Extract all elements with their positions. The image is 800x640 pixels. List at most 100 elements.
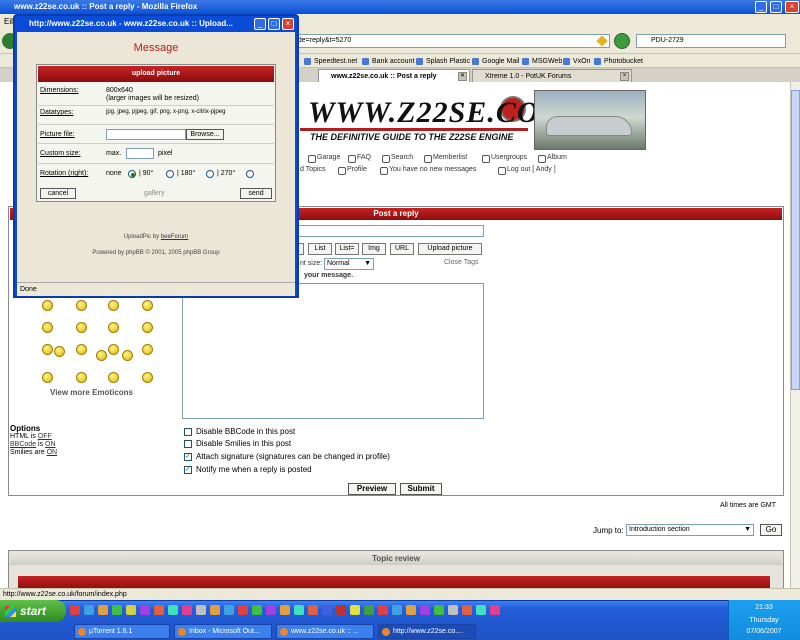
quicklaunch-icon[interactable] <box>224 605 234 615</box>
quicklaunch-icon[interactable] <box>294 605 304 615</box>
close-tags-link[interactable]: Close Tags <box>444 259 479 266</box>
cancel-button[interactable]: cancel <box>40 188 76 199</box>
quicklaunch-icon[interactable] <box>420 605 430 615</box>
quicklaunch-icon[interactable] <box>70 605 80 615</box>
url-input[interactable]: ode=reply&t=5270 <box>290 34 610 48</box>
smiley-icon[interactable] <box>54 346 65 357</box>
quicklaunch-icon[interactable] <box>392 605 402 615</box>
quicklaunch-icon[interactable] <box>350 605 360 615</box>
img-button[interactable]: Img <box>362 243 386 255</box>
minimize-button[interactable]: _ <box>755 1 767 13</box>
scrollbar-thumb[interactable] <box>791 90 800 390</box>
smiley-icon[interactable] <box>76 322 87 333</box>
quicklaunch-icon[interactable] <box>196 605 206 615</box>
url-button[interactable]: URL <box>390 243 414 255</box>
picture-file-input[interactable] <box>106 129 186 140</box>
nav-usergroups[interactable]: Usergroups <box>482 154 527 163</box>
smiley-icon[interactable] <box>142 372 153 383</box>
rotation-270-radio[interactable] <box>246 170 254 178</box>
upload-picture-button[interactable]: Upload picture <box>418 243 482 255</box>
rotation-none-radio[interactable] <box>128 170 136 178</box>
quicklaunch-icon[interactable] <box>112 605 122 615</box>
attach-signature-checkbox[interactable]: ✓ <box>184 453 192 461</box>
quicklaunch-icon[interactable] <box>280 605 290 615</box>
taskbar-firefox-main[interactable]: www.z22se.co.uk :: ... <box>276 624 374 639</box>
tab-close-icon[interactable]: × <box>458 72 467 81</box>
rotation-90-radio[interactable] <box>166 170 174 178</box>
bbcode-link[interactable]: BBCode <box>10 441 36 448</box>
quicklaunch-icon[interactable] <box>140 605 150 615</box>
tab-post-a-reply[interactable]: www.z22se.co.uk :: Post a reply × <box>318 69 470 82</box>
smiley-icon[interactable] <box>108 322 119 333</box>
taskbar-firefox-popup[interactable]: http://www.z22se.co.... <box>378 624 476 639</box>
smiley-icon[interactable] <box>108 344 119 355</box>
nav-memberlist[interactable]: Memberlist <box>424 154 467 163</box>
nav-garage[interactable]: Garage <box>308 154 340 163</box>
smiley-icon[interactable] <box>122 350 133 361</box>
clock-time[interactable]: 21:33 <box>728 604 800 611</box>
smiley-icon[interactable] <box>76 372 87 383</box>
view-more-emoticons-link[interactable]: View more Emoticons <box>50 388 133 397</box>
disable-smilies-checkbox[interactable] <box>184 440 192 448</box>
smiley-icon[interactable] <box>96 350 107 361</box>
smiley-icon[interactable] <box>42 344 53 355</box>
list-equals-button[interactable]: List= <box>335 243 359 255</box>
quicklaunch-icon[interactable] <box>210 605 220 615</box>
quicklaunch-icon[interactable] <box>168 605 178 615</box>
jump-go-button[interactable]: Go <box>760 524 782 536</box>
popup-close-button[interactable]: × <box>282 18 294 30</box>
bookmark-vxon[interactable]: VxOn <box>563 55 591 68</box>
message-textarea[interactable] <box>182 283 484 419</box>
bookmark-msgweb[interactable]: MSGWeb <box>522 55 562 68</box>
smiley-icon[interactable] <box>42 300 53 311</box>
quicklaunch-icon[interactable] <box>98 605 108 615</box>
smiley-icon[interactable] <box>108 300 119 311</box>
nav-faq[interactable]: FAQ <box>348 154 371 163</box>
bookmark-bank-account[interactable]: Bank account <box>362 55 414 68</box>
quicklaunch-icon[interactable] <box>476 605 486 615</box>
quicklaunch-icon[interactable] <box>336 605 346 615</box>
list-button[interactable]: List <box>308 243 332 255</box>
go-button-icon[interactable] <box>614 33 630 49</box>
disable-bbcode-checkbox[interactable] <box>184 428 192 436</box>
quicklaunch-icon[interactable] <box>252 605 262 615</box>
nav-album[interactable]: Album <box>538 154 567 163</box>
quicklaunch-icon[interactable] <box>126 605 136 615</box>
quicklaunch-icon[interactable] <box>84 605 94 615</box>
rotation-180-radio[interactable] <box>206 170 214 178</box>
smiley-icon[interactable] <box>108 372 119 383</box>
nav-logout[interactable]: Log out [ Andy ] <box>498 166 556 175</box>
smiley-icon[interactable] <box>142 322 153 333</box>
beeforum-link[interactable]: beeForum <box>161 234 188 240</box>
popup-maximize-button[interactable]: □ <box>268 18 280 30</box>
gallery-link[interactable]: gallery <box>144 190 165 197</box>
quicklaunch-icon[interactable] <box>434 605 444 615</box>
quicklaunch-icon[interactable] <box>448 605 458 615</box>
notify-reply-checkbox[interactable]: ✓ <box>184 466 192 474</box>
bookmark-photobucket[interactable]: Photobucket <box>594 55 643 68</box>
tab-xtreme-forums[interactable]: Xtreme 1.0 - PotUK Forums × <box>472 69 632 82</box>
taskbar-utorrent[interactable]: µTorrent 1.6.1 <box>74 624 170 639</box>
smiley-icon[interactable] <box>76 344 87 355</box>
nav-profile[interactable]: Profile <box>338 166 367 175</box>
jump-to-select[interactable]: Introduction section ▼ <box>626 524 754 536</box>
tab-close-icon[interactable]: × <box>620 72 629 81</box>
smiley-icon[interactable] <box>76 300 87 311</box>
taskbar-outlook[interactable]: Inbox - Microsoft Out... <box>174 624 272 639</box>
nav-search[interactable]: Search <box>382 154 413 163</box>
search-input[interactable]: PDU-2729 <box>636 34 786 48</box>
popup-minimize-button[interactable]: _ <box>254 18 266 30</box>
smiley-icon[interactable] <box>142 300 153 311</box>
close-button[interactable]: × <box>785 1 799 13</box>
bookmark-speedtest[interactable]: Speedtest.net <box>304 55 357 68</box>
custom-size-input[interactable] <box>126 148 154 159</box>
quicklaunch-icon[interactable] <box>364 605 374 615</box>
quicklaunch-icon[interactable] <box>378 605 388 615</box>
bookmark-google-mail[interactable]: Google Mail <box>472 55 519 68</box>
maximize-button[interactable]: □ <box>770 1 782 13</box>
nav-messages[interactable]: You have no new messages <box>380 166 476 175</box>
nav-topics[interactable]: d Topics <box>300 166 326 173</box>
quicklaunch-icon[interactable] <box>462 605 472 615</box>
quicklaunch-icon[interactable] <box>490 605 500 615</box>
smiley-icon[interactable] <box>42 372 53 383</box>
